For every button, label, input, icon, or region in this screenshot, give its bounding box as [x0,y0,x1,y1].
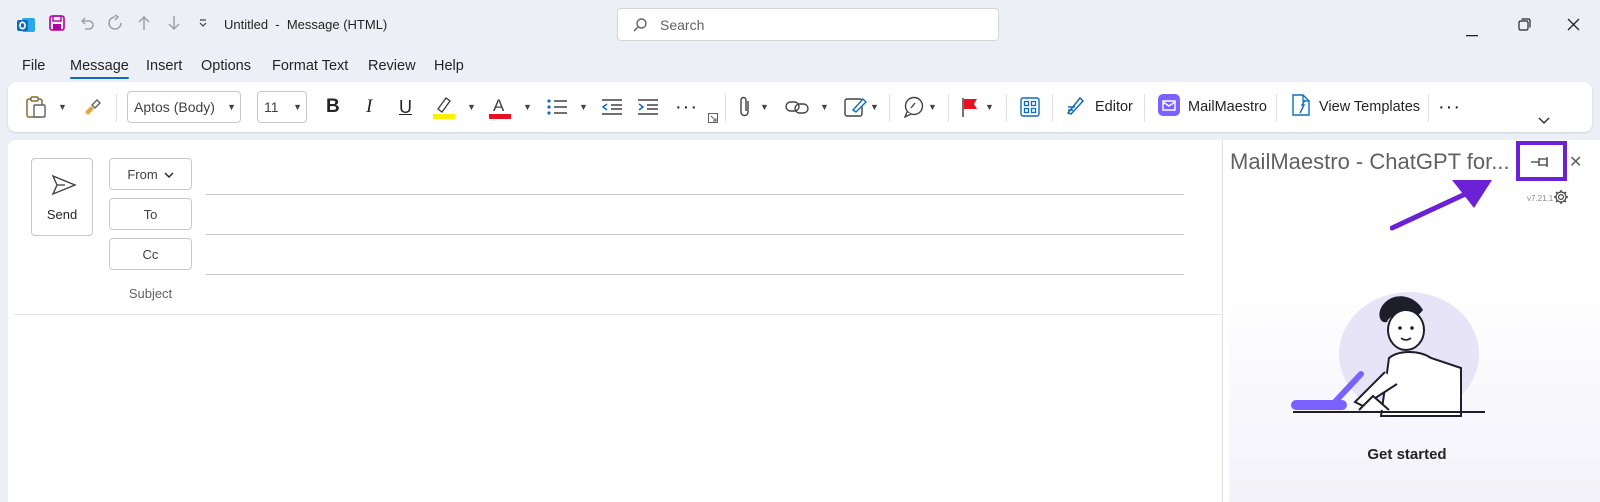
addin-version: v7.21.1 [1527,194,1554,203]
increase-indent-icon[interactable] [637,82,659,132]
attach-file-icon[interactable] [738,82,752,132]
highlight-chevron-icon[interactable]: ▼ [467,82,476,132]
underline-icon[interactable]: U [399,82,412,132]
font-size-dropdown[interactable]: 11 ▼ [257,91,307,123]
italic-icon[interactable]: I [366,82,372,132]
editor-button[interactable]: Editor [1065,82,1133,132]
cc-label: Cc [142,246,159,262]
addin-title: MailMaestro - ChatGPT for... [1230,149,1510,174]
from-label: From [127,166,158,182]
send-icon [51,174,77,201]
font-size-chevron-icon: ▼ [293,102,302,112]
tab-help[interactable]: Help [434,58,464,74]
cc-input[interactable] [206,274,1184,275]
outlook-logo-icon [16,15,36,35]
editor-label: Editor [1095,99,1133,115]
ribbon-collapse-chevron-icon[interactable] [1538,96,1550,146]
settings-gear-icon[interactable] [1553,189,1569,210]
tab-message[interactable]: Message [70,58,129,79]
more-options-icon[interactable]: ··· [1438,82,1461,132]
font-dialog-launcher-icon[interactable] [708,112,718,124]
flag-chevron-icon[interactable]: ▼ [985,82,994,132]
ribbon-toolbar: ▼ Aptos (Body) ▼ 11 ▼ B I U ▼ A ▼ ▼ ··· … [8,82,1592,132]
highlight-icon[interactable] [432,82,456,132]
from-button[interactable]: From [109,158,192,190]
customize-toolbar-icon[interactable] [198,18,208,28]
tab-insert[interactable]: Insert [146,58,182,74]
signature-chevron-icon[interactable]: ▼ [870,82,879,132]
send-label: Send [46,207,78,222]
font-name-chevron-icon: ▼ [227,102,236,112]
pin-icon [1530,155,1552,174]
font-color-chevron-icon[interactable]: ▼ [523,82,532,132]
signature-icon[interactable] [844,82,868,132]
tab-format-text[interactable]: Format Text [272,58,348,74]
close-window-icon[interactable] [1567,18,1580,36]
font-size-value: 11 [264,99,279,115]
tab-review[interactable]: Review [368,58,416,74]
person-writing-illustration [1289,286,1489,431]
paste-chevron-down-icon[interactable]: ▼ [58,82,67,132]
tab-file[interactable]: File [22,58,45,74]
window-title: Untitled - Message (HTML) [224,17,388,32]
chat-icon[interactable] [902,82,926,132]
format-painter-icon[interactable] [82,82,102,132]
arrow-up-icon[interactable] [136,14,152,32]
save-icon[interactable] [48,14,66,32]
attach-chevron-icon[interactable]: ▼ [760,82,769,132]
arrow-down-icon[interactable] [166,14,182,32]
font-name-dropdown[interactable]: Aptos (Body) ▼ [127,91,241,123]
bullets-chevron-icon[interactable]: ▼ [579,82,588,132]
templates-icon [1291,93,1311,122]
cc-button[interactable]: Cc [109,238,192,270]
search-box[interactable]: Search [617,8,999,41]
paste-icon[interactable] [25,82,47,132]
message-body-divider [14,314,1226,315]
close-pane-icon[interactable]: ✕ [1569,152,1582,172]
follow-up-flag-icon[interactable] [961,82,979,132]
to-label: To [143,206,158,222]
compose-area: Send From To Cc Subject [8,140,1230,502]
bold-icon[interactable]: B [326,82,340,132]
decrease-indent-icon[interactable] [601,82,623,132]
minimize-icon[interactable] [1466,24,1478,42]
send-button[interactable]: Send [31,158,93,236]
restore-icon[interactable] [1518,18,1531,36]
editor-icon [1065,94,1087,121]
annotation-arrow [1389,178,1510,239]
mailmaestro-button[interactable]: MailMaestro [1158,82,1267,132]
get-started-heading: Get started [1367,446,1447,463]
mailmaestro-logo-icon [1158,93,1180,121]
svg-text:A: A [493,96,505,115]
pin-pane-button[interactable] [1516,141,1567,181]
menu-bar: File Message Insert Options Format Text … [0,52,1600,80]
redo-icon[interactable] [106,14,124,32]
font-name-value: Aptos (Body) [134,99,215,115]
title-bar: Untitled - Message (HTML) Search [0,0,1600,50]
tab-options[interactable]: Options [201,58,251,74]
search-icon [632,17,648,38]
more-formatting-icon[interactable]: ··· [675,82,698,132]
from-field-line [206,194,1184,195]
link-chevron-icon[interactable]: ▼ [820,82,829,132]
to-button[interactable]: To [109,198,192,230]
font-color-icon[interactable]: A [488,82,512,132]
to-input[interactable] [206,234,1184,235]
subject-label: Subject [128,286,173,301]
link-icon[interactable] [785,82,809,132]
view-templates-label: View Templates [1319,99,1421,115]
undo-icon[interactable] [78,14,96,32]
search-placeholder: Search [660,17,705,33]
chat-chevron-icon[interactable]: ▼ [928,82,937,132]
apps-grid-icon[interactable] [1020,82,1040,132]
from-chevron-down-icon [164,167,174,182]
mailmaestro-label: MailMaestro [1188,99,1267,115]
message-body[interactable] [14,320,1214,500]
bullets-icon[interactable] [546,82,568,132]
view-templates-button[interactable]: View Templates [1291,82,1420,132]
